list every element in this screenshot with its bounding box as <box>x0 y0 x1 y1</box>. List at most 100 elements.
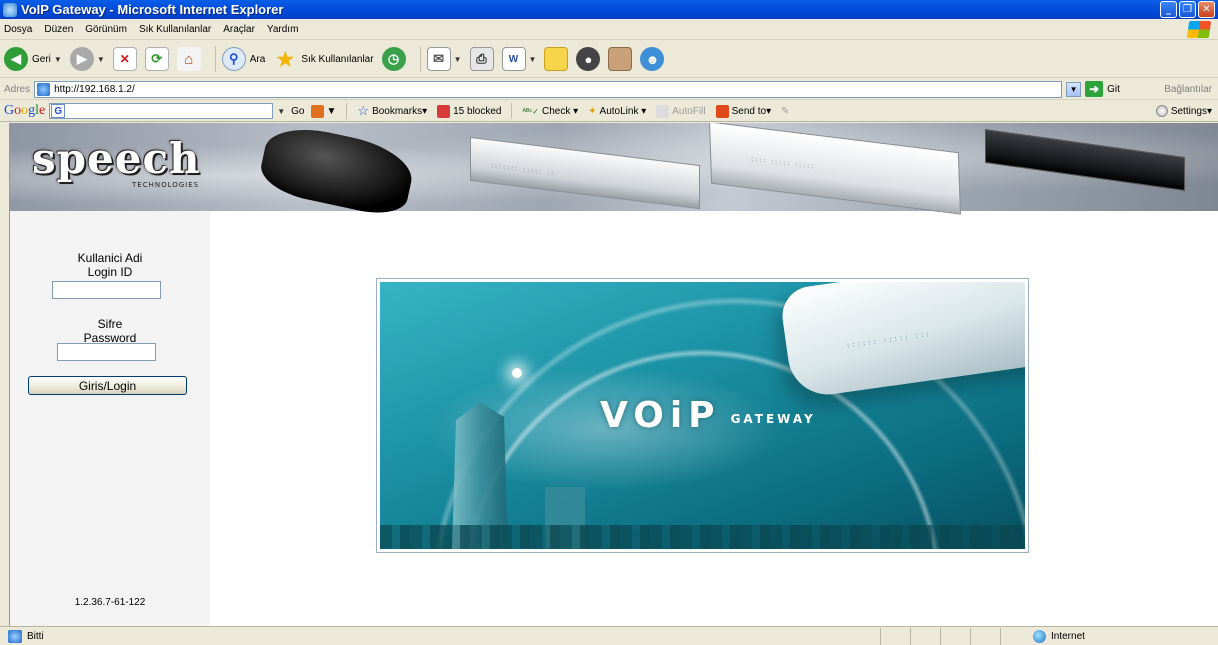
password-input[interactable] <box>57 343 156 361</box>
status-bar: Bitti Internet <box>0 626 1218 645</box>
google-news-button[interactable]: ▼ <box>310 104 336 118</box>
splash-router-image: :::::: ::::: ::: <box>778 282 1025 400</box>
google-go-button[interactable]: Go <box>291 106 304 117</box>
login-button[interactable]: Giris/Login <box>28 376 187 395</box>
messenger-button[interactable]: ● <box>576 47 601 71</box>
menu-dosya[interactable]: Dosya <box>4 24 32 35</box>
contacts-button[interactable]: ☻ <box>640 47 665 71</box>
login-id-input[interactable] <box>52 281 161 299</box>
address-dropdown-icon[interactable]: ▼ <box>1066 81 1082 97</box>
login-panel: Kullanici Adi Login ID Sifre Password Gi… <box>10 211 210 626</box>
forward-button[interactable]: ▶ ▼ <box>69 47 105 71</box>
security-zone[interactable]: Internet <box>1033 629 1085 643</box>
zone-label: Internet <box>1051 630 1085 642</box>
contacts-icon: ☻ <box>640 47 665 71</box>
gateway-subtitle: GATEWAY <box>730 412 816 426</box>
device-image-gateway-unit: ::::::: ::::: :: <box>470 136 700 210</box>
splash-skyline <box>380 525 1025 549</box>
username-label-en: Login ID <box>87 265 133 279</box>
go-arrow-icon: ➜ <box>1085 81 1104 97</box>
toolbar-separator <box>419 46 421 72</box>
stop-button[interactable]: ✕ <box>112 47 137 71</box>
device-image-rack-unit <box>985 128 1185 192</box>
page-viewport: speech TECHNOLOGIES ::::::: ::::: :: :::… <box>9 123 1218 626</box>
logo-subtitle: TECHNOLOGIES <box>132 181 200 189</box>
google-search-input[interactable]: G <box>49 103 274 119</box>
menu-duzen[interactable]: Düzen <box>44 24 73 35</box>
device-image-black-router <box>256 123 418 220</box>
menu-sik-kullanilanlar[interactable]: Sık Kullanılanlar <box>139 24 211 35</box>
home-button[interactable]: ⌂ <box>176 47 201 71</box>
mail-dropdown-icon[interactable]: ▼ <box>454 55 462 64</box>
favorites-button[interactable]: ★ Sık Kullanılanlar <box>273 47 373 71</box>
favorites-star-icon: ★ <box>276 48 295 71</box>
address-label: Adres <box>4 83 31 95</box>
refresh-button[interactable]: ⟳ <box>144 47 169 71</box>
mail-button[interactable]: ✉ ▼ <box>426 47 462 71</box>
forward-arrow-icon: ▶ <box>69 47 94 71</box>
voip-gateway-logo: VOiP GATEWAY <box>600 395 816 436</box>
refresh-icon: ⟳ <box>144 47 169 71</box>
google-go-label: Go <box>291 105 305 117</box>
voip-gateway-splash: :::::: ::::: ::: VOiP GATEWAY <box>376 278 1029 553</box>
voip-title: VOiP <box>600 395 721 436</box>
notes-icon <box>544 47 569 71</box>
forward-dropdown-icon[interactable]: ▼ <box>97 55 105 64</box>
device-image-white-gateway: :::: ::::: ::::: <box>708 123 962 215</box>
search-button[interactable]: ⚲ Ara <box>221 47 265 71</box>
address-url: http://192.168.1.2/ <box>54 83 135 95</box>
autolink-label: AutoLink <box>599 105 639 117</box>
splash-image: :::::: ::::: ::: VOiP GATEWAY <box>380 282 1025 549</box>
edit-dropdown-icon[interactable]: ▼ <box>529 55 537 64</box>
bookmarks-button[interactable]: ☆ Bookmarks ▾ <box>357 103 427 119</box>
menu-araclar[interactable]: Araçlar <box>223 24 255 35</box>
address-bar: Adres http://192.168.1.2/ ▼ ➜ Git Bağlan… <box>0 79 1218 100</box>
address-input[interactable]: http://192.168.1.2/ <box>34 80 1063 98</box>
google-separator <box>346 103 348 119</box>
logo-wordmark: speech <box>32 134 201 183</box>
minimize-button[interactable]: _ <box>1160 1 1177 18</box>
google-settings-button[interactable]: Settings ▾ <box>1155 105 1212 117</box>
spell-check-button[interactable]: ᴬᴮᶜ✓ Check ▾ <box>522 106 578 117</box>
status-text: Bitti <box>27 630 44 642</box>
send-to-button[interactable]: Send to ▾ <box>715 104 771 118</box>
maximize-button[interactable]: ❐ <box>1179 1 1196 18</box>
back-button[interactable]: ◀ Geri ▼ <box>4 47 62 71</box>
history-icon: ◷ <box>381 47 406 71</box>
research-button[interactable] <box>608 47 633 71</box>
edit-button[interactable]: W ▼ <box>501 47 537 71</box>
windows-flag-icon <box>1186 21 1212 38</box>
print-button[interactable]: ⎙ <box>469 47 494 71</box>
title-bar: VoIP Gateway - Microsoft Internet Explor… <box>0 0 1218 19</box>
highlight-button[interactable]: ✎ <box>781 106 789 117</box>
history-button[interactable]: ◷ <box>381 47 406 71</box>
menu-gorunum[interactable]: Görünüm <box>85 24 127 35</box>
google-logo[interactable]: Google <box>4 103 45 119</box>
google-search-dropdown-icon[interactable]: ▼ <box>277 107 285 116</box>
bookmarks-label: Bookmarks <box>372 105 423 117</box>
mail-icon: ✉ <box>426 47 451 71</box>
splash-light-flare <box>512 368 522 378</box>
popup-blocker-button[interactable]: 15 blocked <box>437 104 501 118</box>
menu-yardim[interactable]: Yardım <box>267 24 299 35</box>
autofill-button[interactable]: AutoFill <box>656 104 706 118</box>
back-dropdown-icon[interactable]: ▼ <box>54 55 62 64</box>
notes-button[interactable] <box>544 47 569 71</box>
password-label-tr: Sifre <box>97 317 123 331</box>
close-button[interactable]: ✕ <box>1198 1 1215 18</box>
check-label: Check <box>541 105 571 117</box>
page-icon <box>37 82 51 96</box>
header-banner: speech TECHNOLOGIES ::::::: ::::: :: :::… <box>10 123 1218 220</box>
firmware-version: 1.2.36.7-61-122 <box>74 597 146 608</box>
settings-label: Settings <box>1170 105 1207 117</box>
print-icon: ⎙ <box>469 47 494 71</box>
go-button[interactable]: ➜ Git <box>1085 81 1120 97</box>
internet-globe-icon <box>1033 629 1046 643</box>
google-g-icon[interactable]: G <box>51 104 66 118</box>
window-title: VoIP Gateway - Microsoft Internet Explor… <box>21 2 284 17</box>
autolink-button[interactable]: ✦ AutoLink ▾ <box>588 106 646 117</box>
search-icon: ⚲ <box>221 47 246 71</box>
news-icon <box>310 104 324 118</box>
pencil-icon: ✎ <box>781 105 790 117</box>
links-label[interactable]: Bağlantılar <box>1164 84 1212 95</box>
